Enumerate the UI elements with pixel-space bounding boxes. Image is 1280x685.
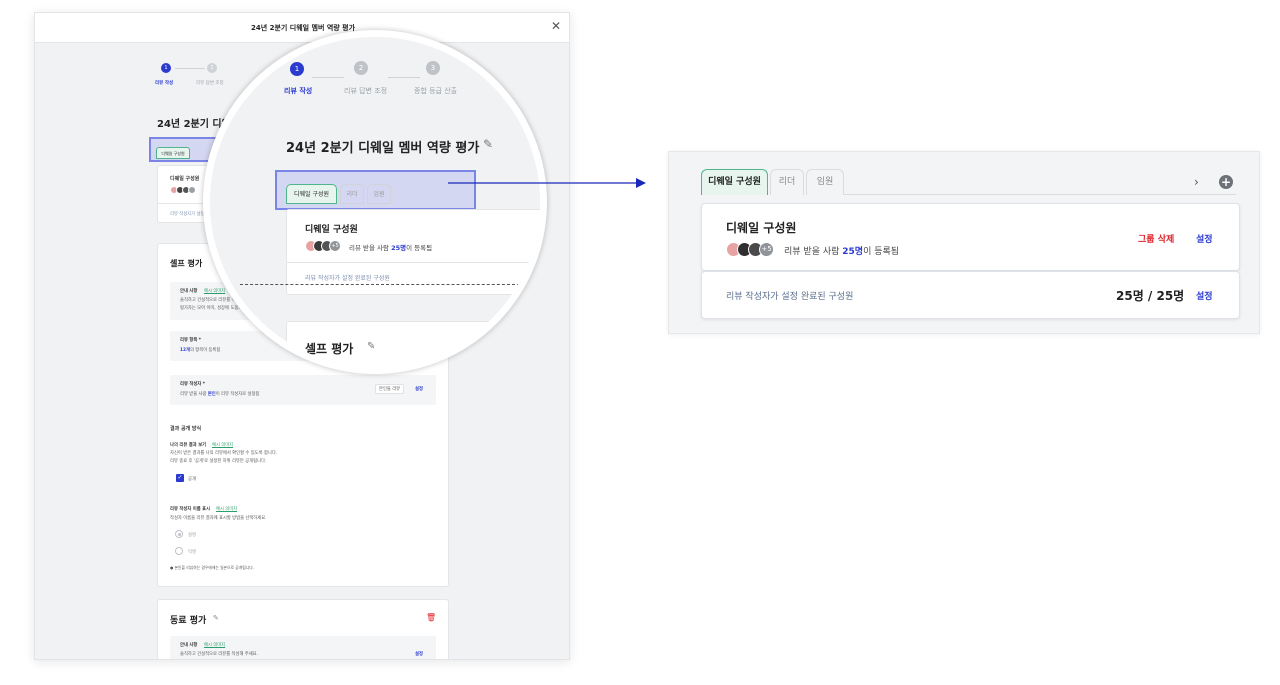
zoomed-group-panel: 디웨일 구성원 리더 임원 › + 디웨일 구성원 +5 리뷰 받을 사람 25… xyxy=(668,151,1260,334)
name-desc: 작성자 이름을 리뷰 결과에 표시할 방법을 선택하세요. xyxy=(170,516,267,521)
step-1-label: 리뷰 작성 xyxy=(155,81,174,86)
lens-step-2-label: 리뷰 답변 조정 xyxy=(344,87,388,95)
self-note-text: 본인을 리뷰하는 경우에에는 일본으로 공개됩니다. xyxy=(174,565,254,570)
self-writer-suffix: 이 리뷰 작성자로 설정됨 xyxy=(215,392,260,397)
lens-step-3-dot[interactable]: 3 xyxy=(426,61,440,75)
delete-group-button[interactable]: 그룹 삭제 xyxy=(1138,232,1174,245)
reviewee-count: 25명 xyxy=(842,247,864,257)
lens-step-connector xyxy=(312,77,344,78)
lens-tab-members[interactable]: 디웨일 구성원 xyxy=(286,184,337,204)
magnifier-lens: 1 2 3 리뷰 작성 리뷰 답변 조정 종합 등급 산출 24년 2분기 디웨… xyxy=(203,30,547,374)
avatar-stack-small xyxy=(170,186,200,195)
chevron-right-icon[interactable]: › xyxy=(1194,175,1199,189)
self-writer-prefix: 리뷰 받을 사람 xyxy=(180,392,208,397)
result-line1: 자신이 받은 결과를 나의 리뷰에서 확인할 수 있도록 합니다. xyxy=(170,451,278,456)
divider xyxy=(287,262,540,263)
lens-reviewee-prefix: 리뷰 받을 사람 xyxy=(349,244,392,252)
avatar-stack: +5 xyxy=(726,242,782,258)
self-items-title: 리뷰 항목 * xyxy=(180,338,202,343)
lens-self-pencil-icon[interactable]: ✎ xyxy=(367,341,375,352)
trash-icon[interactable]: 🗑 xyxy=(426,613,436,622)
lens-group-name: 디웨일 구성원 xyxy=(305,225,358,235)
lens-step-1-label: 리뷰 작성 xyxy=(284,87,313,95)
lens-step-3-label: 종합 등급 산출 xyxy=(414,87,458,95)
name-link[interactable]: 예시 의미지 xyxy=(216,506,237,512)
peer-guide-box: 안내 사항 예시 의미지 솔직하고 건설적으로 리뷰를 작성해 주세요. 설정 xyxy=(170,636,436,659)
lens-pencil-icon[interactable]: ✎ xyxy=(483,137,493,151)
self-writer-box: 리뷰 작성자 * 리뷰 받을 사람 본인이 리뷰 작성자로 설정됨 본인을 리뷰… xyxy=(170,375,436,405)
lens-step-2-dot[interactable]: 2 xyxy=(354,61,368,75)
public-label: 공개 xyxy=(188,477,196,482)
writers-count: 25명 / 25명 xyxy=(1116,289,1185,303)
tab-executive[interactable]: 임원 xyxy=(806,169,844,195)
peer-settings[interactable]: 설정 xyxy=(415,651,423,657)
group-name-small: 디웨일 구성원 xyxy=(170,176,200,182)
lens-reviewee-suffix: 이 등록됨 xyxy=(406,244,433,252)
result-title: 결과 공개 방식 xyxy=(170,426,202,432)
radio-real[interactable] xyxy=(175,530,183,538)
lens-writers-label: 리뷰 작성자가 설정 완료된 구성원 xyxy=(305,275,390,282)
group-card: 디웨일 구성원 +5 리뷰 받을 사람 25명이 등록됨 그룹 삭제 설정 xyxy=(701,203,1240,271)
result-sub: 나의 리뷰 결과 보기 xyxy=(170,443,207,448)
reviewee-suffix: 이 등록됨 xyxy=(863,247,900,257)
result-link[interactable]: 예시 의미지 xyxy=(212,442,233,448)
group-settings-button[interactable]: 설정 xyxy=(1196,232,1213,245)
peer-review-section: 동료 평가 ✎ 🗑 안내 사항 예시 의미지 솔직하고 건설적으로 리뷰를 작성… xyxy=(157,599,449,659)
writers-card: 리뷰 작성자가 설정 완료된 구성원 25명 / 25명 설정 xyxy=(701,271,1240,319)
self-writer-settings[interactable]: 설정 xyxy=(415,386,423,392)
self-note: ● 본인을 리뷰하는 경우에에는 일본으로 공개됩니다. xyxy=(170,565,254,571)
lens-self-review-title: 셀프 평가 xyxy=(305,342,354,356)
step-1-dot[interactable]: 1 xyxy=(161,63,171,73)
lens-step-1-dot[interactable]: 1 xyxy=(290,62,304,76)
lens-tab-exec[interactable]: 임원 xyxy=(367,184,391,204)
lens-group-card: 디웨일 구성원 +5 리뷰 받을 사람 25명이 등록됨 리뷰 작성자가 설정 … xyxy=(286,209,540,295)
peer-guide-line1: 솔직하고 건설적으로 리뷰를 작성해 주세요. xyxy=(180,652,258,657)
add-group-icon[interactable]: + xyxy=(1219,175,1233,189)
avatar-more: +5 xyxy=(759,242,774,257)
self-writer-desc: 리뷰 받을 사람 본인이 리뷰 작성자로 설정됨 xyxy=(180,391,259,397)
writers-settings-button[interactable]: 설정 xyxy=(1196,289,1213,302)
lens-avatar-stack: +5 xyxy=(305,240,349,252)
public-checkbox[interactable]: ✓ xyxy=(176,474,184,482)
lens-self-review-card: 셀프 평가 ✎ xyxy=(286,321,540,367)
lens-reviewee-line: 리뷰 받을 사람 25명이 등록됨 xyxy=(349,242,432,252)
lens-form-title: 24년 2분기 디웨일 멤버 역량 평가 xyxy=(286,141,480,156)
group-name: 디웨일 구성원 xyxy=(726,221,797,235)
peer-guide-title: 안내 사항 xyxy=(180,643,198,648)
peer-review-title: 동료 평가 xyxy=(170,616,207,626)
modal-title: 24년 2분기 디웨일 멤버 역량 평가 xyxy=(250,24,356,32)
avatar xyxy=(188,186,196,194)
tab-members[interactable]: 디웨일 구성원 xyxy=(701,169,768,195)
lens-tab-leader[interactable]: 리더 xyxy=(340,184,364,204)
radio-anon[interactable] xyxy=(175,547,183,555)
self-writer-chip[interactable]: 본인을 리뷰 xyxy=(375,384,405,394)
self-writer-self: 본인 xyxy=(207,392,216,397)
reviewee-prefix: 리뷰 받을 사람 xyxy=(784,247,843,257)
tab-leader[interactable]: 리더 xyxy=(770,169,804,195)
zoom-arrow xyxy=(448,178,646,188)
self-guide-title: 안내 사항 xyxy=(180,289,198,294)
self-review-title: 셀프 평가 xyxy=(170,259,203,268)
pencil-icon[interactable]: ✎ xyxy=(213,614,219,622)
tab-members-small[interactable]: 디웨일 구성원 xyxy=(156,147,190,159)
lens-step-connector xyxy=(388,77,420,78)
dashed-guide-line xyxy=(240,284,520,285)
lens-content: 1 2 3 리뷰 작성 리뷰 답변 조정 종합 등급 산출 24년 2분기 디웨… xyxy=(210,37,540,367)
opt-real: 실명 xyxy=(188,533,196,538)
self-writer-title: 리뷰 작성자 * xyxy=(180,382,206,387)
close-icon[interactable]: ✕ xyxy=(551,20,561,32)
zoom-arrow-head xyxy=(636,178,646,188)
tab-underline xyxy=(844,194,1236,195)
writers-label: 리뷰 작성자가 설정 완료된 구성원 xyxy=(726,292,854,302)
result-line2: 리뷰 종료 후 '공개'로 설정된 하위 리뷰만 공개됩니다. xyxy=(170,459,267,464)
lens-reviewee-count: 25명 xyxy=(391,244,407,252)
self-items-count: 12개 xyxy=(180,348,190,353)
step-connector xyxy=(175,68,205,69)
reviewee-line: 리뷰 받을 사람 25명이 등록됨 xyxy=(784,244,899,257)
peer-guide-link[interactable]: 예시 의미지 xyxy=(204,642,225,648)
opt-anon: 익명 xyxy=(188,550,196,555)
name-title: 리뷰 작성자 이름 표시 xyxy=(170,507,211,512)
lens-avatar-more: +5 xyxy=(329,240,341,252)
radio-real-dot xyxy=(178,533,181,536)
